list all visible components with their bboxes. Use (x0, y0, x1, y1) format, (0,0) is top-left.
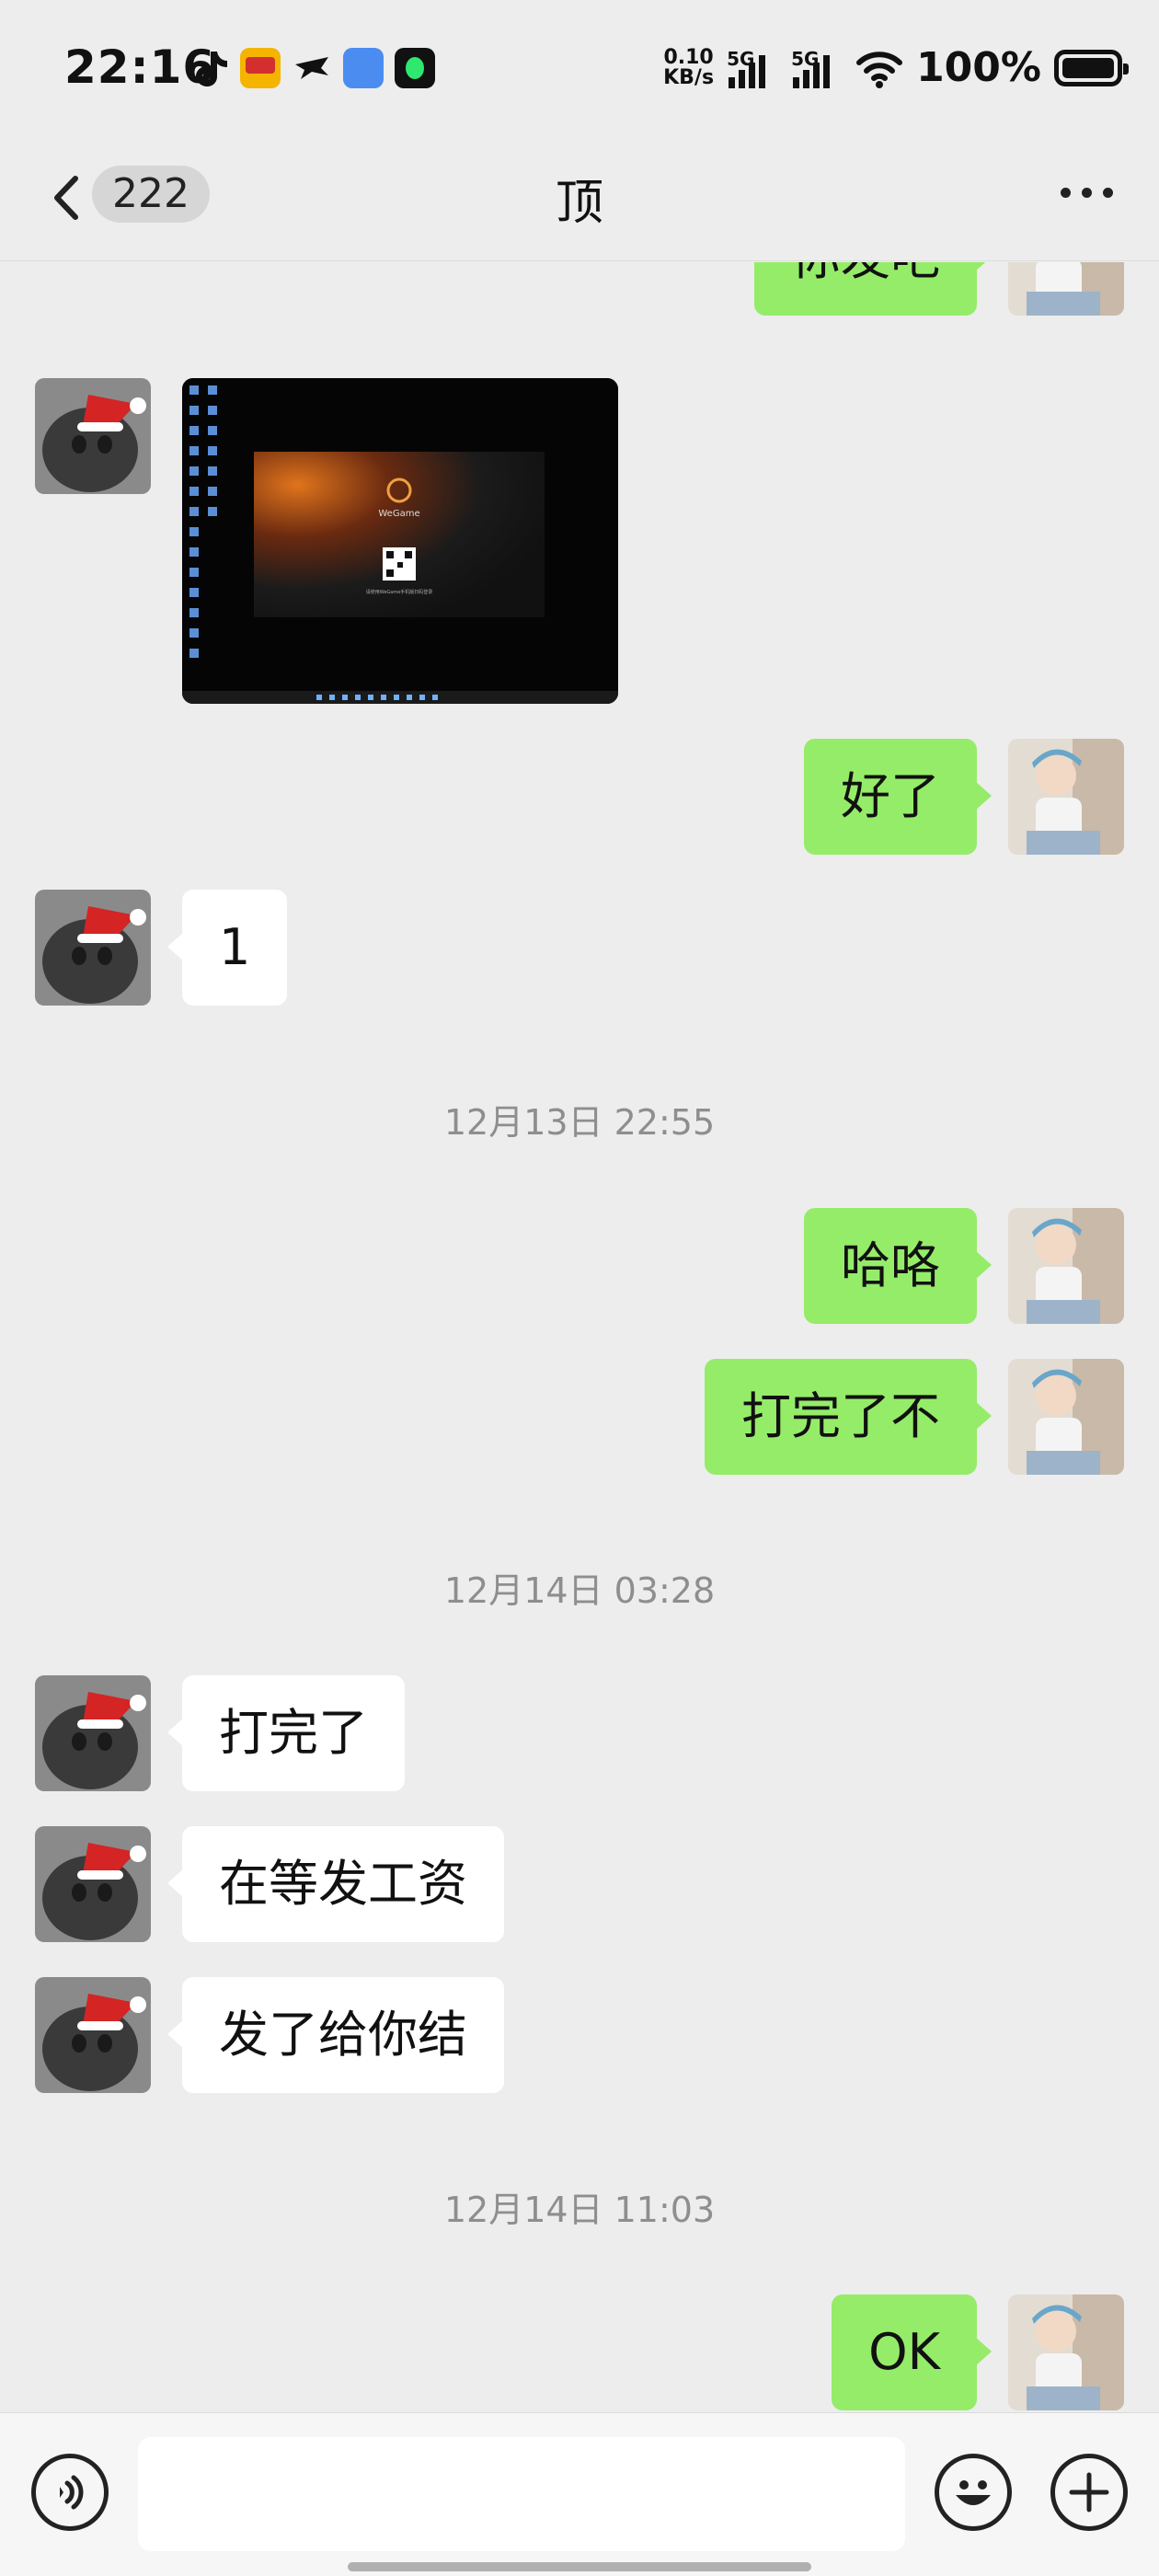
sent-bubble[interactable]: 好了 (804, 739, 992, 855)
battery-icon (1054, 49, 1129, 86)
emoji-icon (956, 2480, 991, 2505)
battery-percent: 100% (916, 44, 1041, 91)
sent-bubble[interactable]: OK (832, 2294, 992, 2410)
contact-avatar[interactable] (35, 1826, 151, 1942)
sim2-label: 5G (791, 47, 820, 70)
timestamp: 12月14日 11:03 (443, 2190, 716, 2230)
sim1-label: 5G (727, 47, 755, 70)
wegame-brand-text: WeGame (378, 509, 419, 519)
sent-bubble[interactable]: 哈咯 (804, 1208, 992, 1324)
notification-icons (189, 48, 435, 88)
emoji-button[interactable] (935, 2454, 1012, 2531)
timestamp: 12月14日 03:28 (443, 1570, 716, 1611)
received-bubble[interactable]: 在等发工资 (167, 1826, 504, 1942)
network-speed: 0.10 KB/s (663, 45, 715, 89)
my-avatar[interactable] (1008, 739, 1124, 855)
signal-sim2-icon: 5G (791, 48, 843, 88)
bird-app-icon (295, 57, 328, 79)
received-bubble[interactable]: 打完了 (167, 1675, 405, 1791)
sent-bubble[interactable]: 你发吧 (754, 262, 992, 316)
wegame-login-caption: 请使用WeGame手机版扫码登录 (366, 589, 433, 595)
signal-sim1-icon: 5G (727, 48, 778, 88)
status-bar: 22:16 0.10 KB/s 5G 5G 100% (0, 0, 1159, 138)
received-bubble[interactable]: 1 (166, 890, 288, 1006)
received-bubble[interactable]: 发了给你结 (167, 1977, 504, 2093)
status-right: 0.10 KB/s 5G 5G 100% (663, 44, 1129, 91)
voice-input-button[interactable] (31, 2454, 109, 2531)
network-speed-unit: KB/s (663, 65, 715, 89)
sent-bubble[interactable]: 打完了不 (705, 1359, 992, 1475)
contact-avatar[interactable] (35, 890, 151, 1006)
my-avatar[interactable] (1008, 1208, 1124, 1324)
my-avatar[interactable] (1008, 2294, 1124, 2410)
message-input[interactable] (138, 2437, 905, 2551)
home-indicator[interactable] (348, 2562, 811, 2571)
message-list[interactable]: 你发吧 (0, 262, 1159, 2412)
tiktok-icon (196, 52, 227, 86)
more-functions-button[interactable] (1050, 2454, 1128, 2531)
chat-title: 顶 (555, 176, 603, 231)
timestamp: 12月13日 22:55 (443, 1102, 716, 1143)
network-speed-value: 0.10 (663, 45, 714, 69)
more-options-icon[interactable] (1061, 188, 1113, 198)
my-avatar[interactable] (1008, 262, 1124, 316)
image-message[interactable]: WeGame 请使用WeGame手机版扫码登录 (182, 378, 618, 704)
wifi-icon (856, 51, 903, 88)
music-app-icon (395, 48, 435, 88)
blue-app-icon (343, 48, 384, 88)
chat-header: 222 顶 (0, 138, 1159, 261)
my-avatar[interactable] (1008, 1359, 1124, 1475)
plus-icon (1069, 2472, 1109, 2513)
game-app-icon (240, 48, 281, 88)
voice-icon (60, 2475, 84, 2510)
contact-avatar[interactable] (35, 1977, 151, 2093)
contact-avatar[interactable] (35, 378, 151, 494)
input-toolbar (0, 2412, 1159, 2576)
contact-avatar[interactable] (35, 1675, 151, 1791)
